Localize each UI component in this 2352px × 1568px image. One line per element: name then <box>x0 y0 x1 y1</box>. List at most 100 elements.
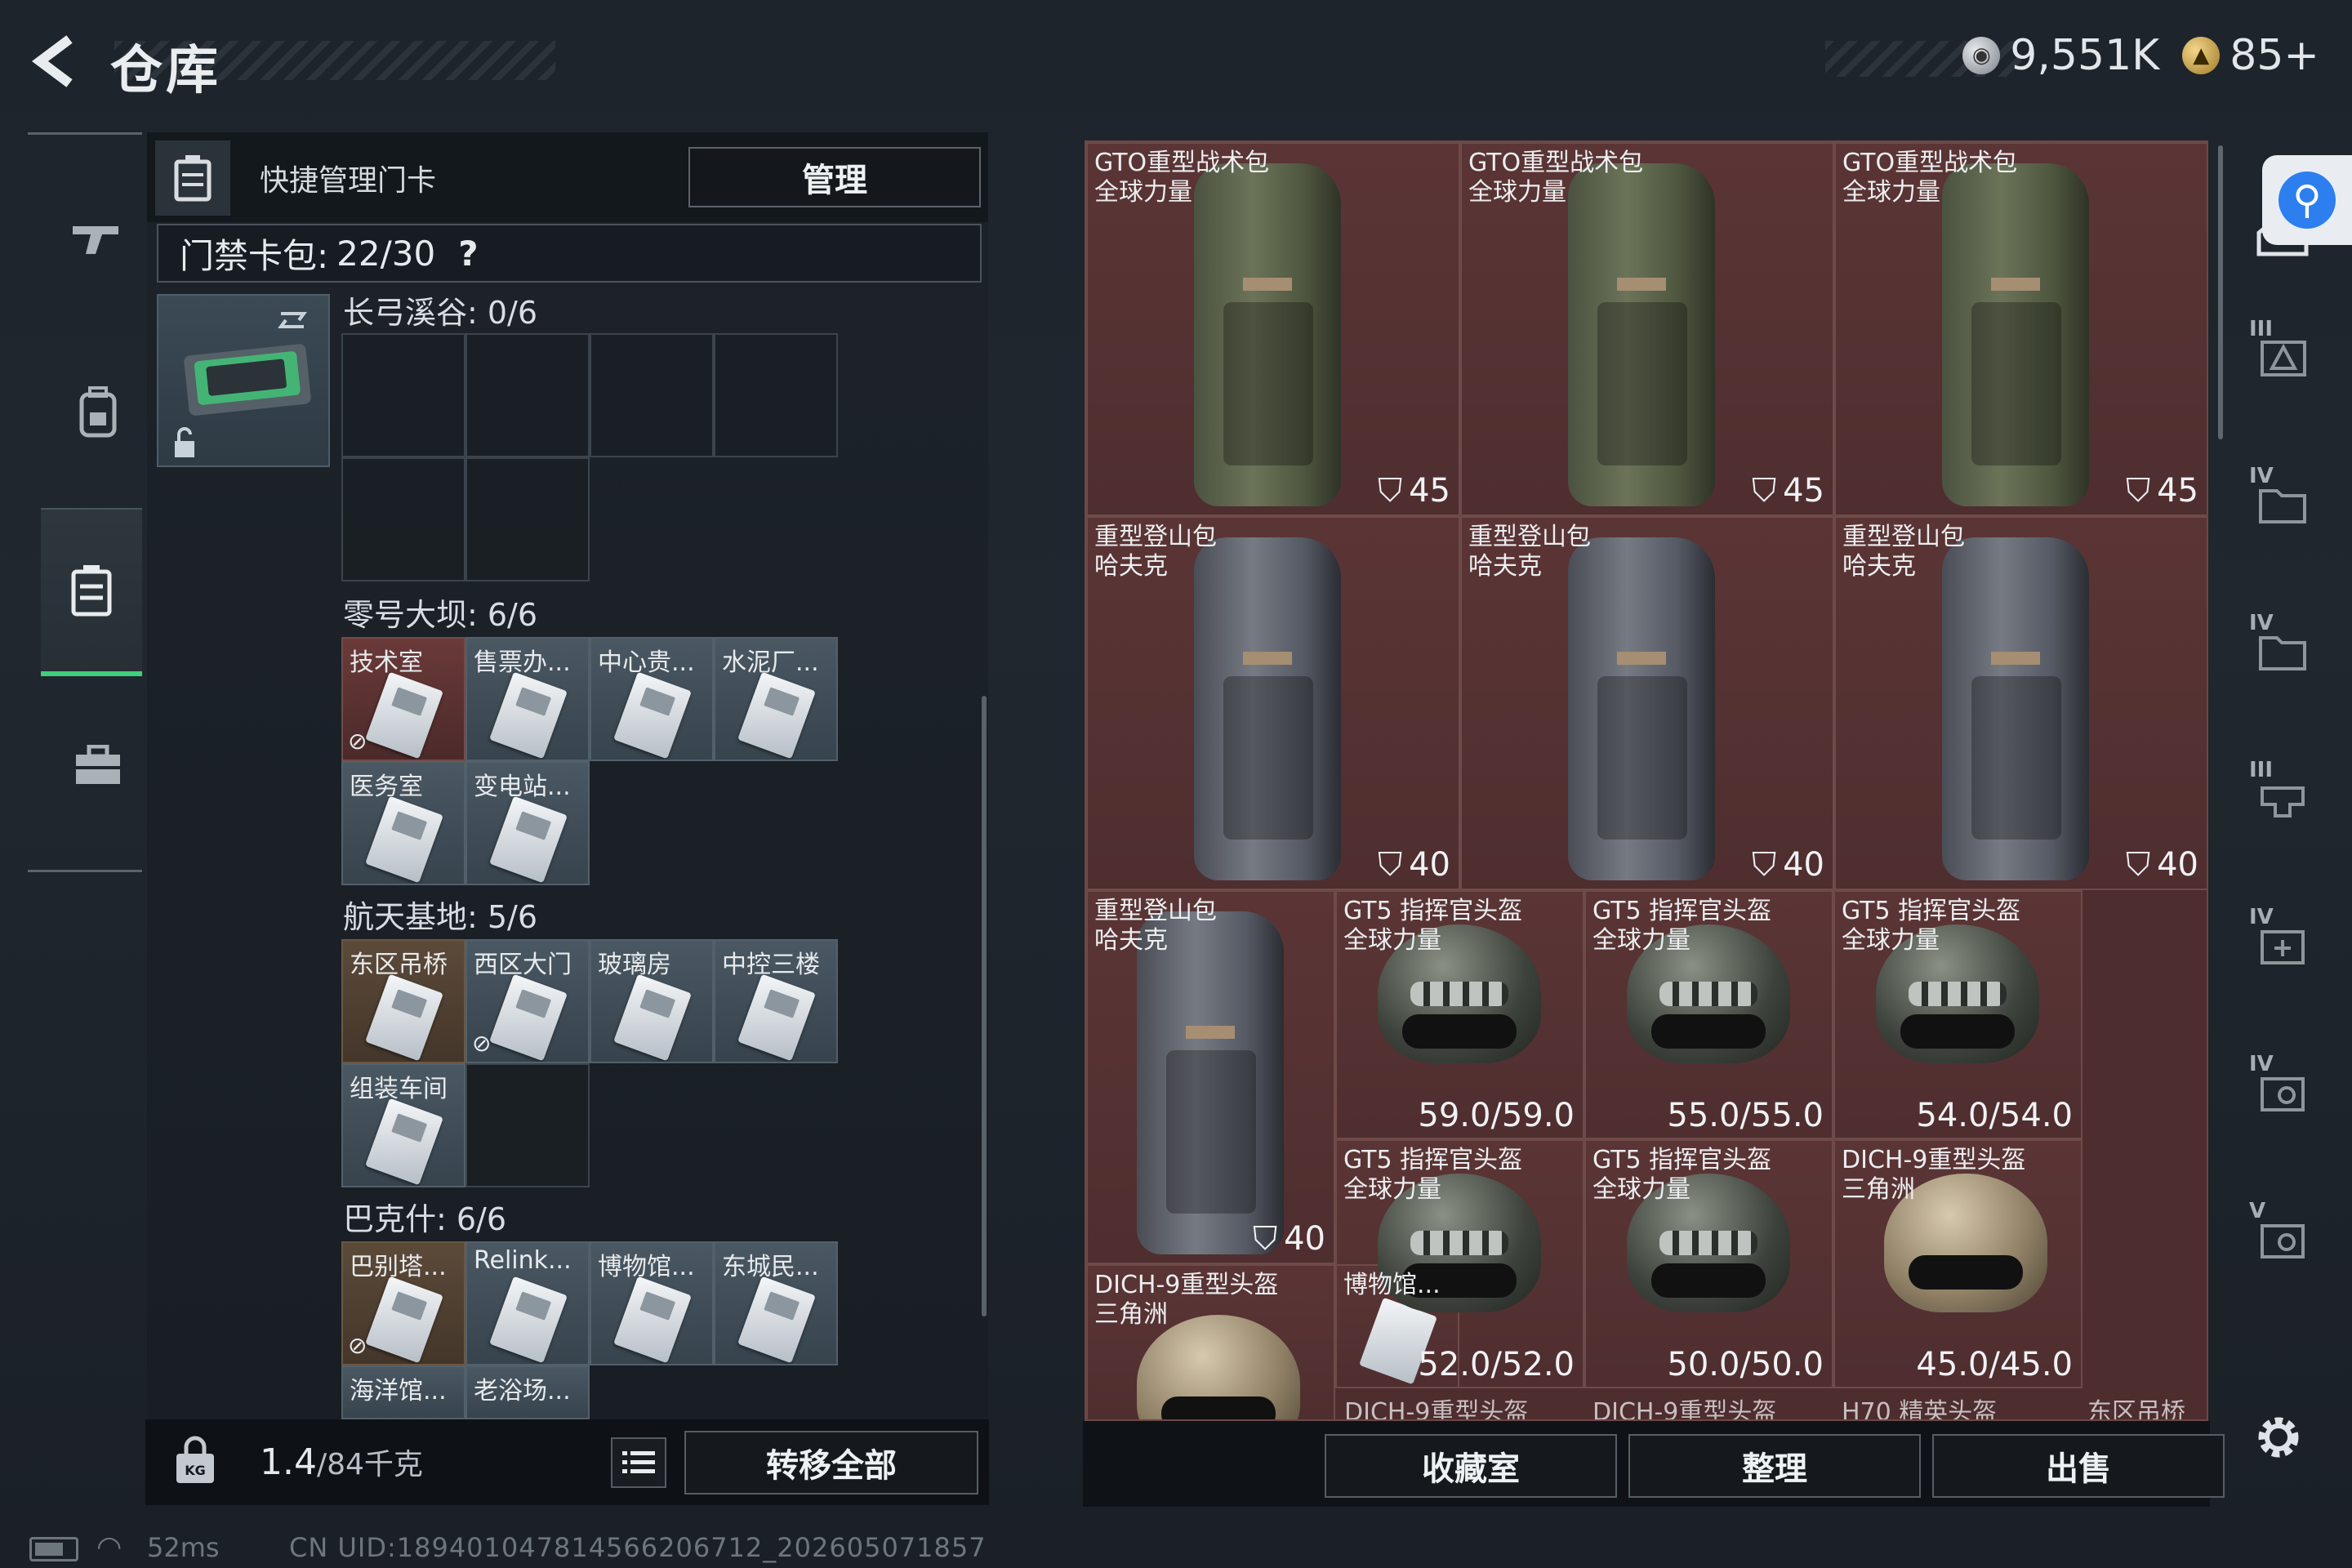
partial-item-name[interactable]: H70 精英头盔 <box>1842 1392 1997 1419</box>
filter-item[interactable]: III <box>2238 310 2328 400</box>
item-name: GTO重型战术包 全球力量 <box>1094 149 1270 207</box>
backpack-icon <box>79 386 117 438</box>
keycard-item[interactable]: 海洋馆... <box>341 1365 466 1419</box>
keycard-item[interactable]: 博物馆... <box>590 1241 714 1365</box>
list-view-button[interactable] <box>611 1437 666 1488</box>
stash-item[interactable]: GTO重型战术包 全球力量 ⛉ 45 <box>1086 142 1460 516</box>
item-name: 重型登山包 哈夫克 <box>1842 523 1965 581</box>
transfer-all-button[interactable]: 转移全部 <box>684 1431 978 1494</box>
backpack-icon <box>1194 537 1341 880</box>
settings-button[interactable] <box>2246 1405 2311 1470</box>
stash-item[interactable]: 重型登山包 哈夫克 ⛉ 40 <box>1086 516 1460 890</box>
stash-item[interactable]: 重型登山包 哈夫克 ⛉ 40 <box>1086 890 1335 1264</box>
top-bar: 仓库 ◉ 9,551K ▲ 85+ <box>0 0 2352 122</box>
item-name: GTO重型战术包 全球力量 <box>1842 149 2018 207</box>
partial-item-name[interactable]: DICH-9重型头盔 <box>1344 1392 1528 1419</box>
gear-icon <box>2258 1417 2299 1458</box>
silver-currency[interactable]: ◉ 9,551K <box>1962 31 2159 80</box>
keycard-item[interactable]: 东城民... <box>714 1241 838 1365</box>
empty-slot[interactable] <box>466 1063 590 1187</box>
keycard-scrollbar[interactable] <box>982 696 987 1316</box>
sell-button[interactable]: 出售 <box>1932 1434 2225 1498</box>
currency-bar: ◉ 9,551K ▲ 85+ <box>1962 31 2319 80</box>
stash-item[interactable]: 重型登山包 哈夫克 ⛉ 40 <box>1834 516 2207 890</box>
capacity-icon: ⛉ <box>1253 1220 1278 1258</box>
stash-scrollbar[interactable] <box>2218 145 2223 439</box>
nav-backpack[interactable] <box>41 354 155 469</box>
keycard-item[interactable]: 东区吊桥 <box>341 939 466 1063</box>
section-title-bakesh: 巴克什: 6/6 <box>343 1201 507 1237</box>
filter-item[interactable]: V <box>2238 1192 2328 1282</box>
keycard-item[interactable]: 中控三楼 <box>714 939 838 1063</box>
empty-slot[interactable] <box>341 333 466 457</box>
backpack-icon <box>1942 163 2089 506</box>
keycard-item[interactable]: 巴别塔... ⊘ <box>341 1241 466 1365</box>
stash-item[interactable]: GT5 指挥官头盔 全球力量 59.0/59.0 <box>1335 890 1584 1139</box>
gold-currency[interactable]: ▲ 85+ <box>2182 31 2319 80</box>
item-name: 重型登山包 哈夫克 <box>1094 523 1217 581</box>
filter-item[interactable]: IV <box>2238 898 2328 988</box>
keycard-item[interactable]: 玻璃房 <box>590 939 714 1063</box>
empty-slot[interactable] <box>714 333 838 457</box>
collection-room-button[interactable]: 收藏室 <box>1325 1434 1617 1498</box>
nav-weapons[interactable] <box>41 181 155 296</box>
sort-button[interactable]: 整理 <box>1628 1434 1921 1498</box>
briefcase-icon <box>76 745 120 784</box>
manage-button[interactable]: 管理 <box>688 147 981 207</box>
keycard-item[interactable]: 医务室 <box>341 761 466 885</box>
empty-slot[interactable] <box>590 333 714 457</box>
stash-item[interactable]: GT5 指挥官头盔 全球力量 50.0/50.0 <box>1584 1139 1833 1388</box>
nav-keycard-case[interactable] <box>41 508 142 676</box>
tier-label: IV <box>2249 464 2274 488</box>
accessibility-button[interactable]: ⚲ <box>2262 155 2352 245</box>
keycard-panel-label: 快捷管理门卡 <box>260 164 437 198</box>
tier-label: IV <box>2249 1052 2274 1076</box>
empty-slot[interactable] <box>341 457 466 581</box>
partial-item-name[interactable]: 东区吊桥 <box>2087 1392 2185 1419</box>
status-bar: ◠ 52ms CN UID:1894010478145662067​12_202… <box>0 1527 2352 1568</box>
empty-slot[interactable] <box>466 457 590 581</box>
keycard-name: 中心贵... <box>598 648 695 677</box>
filter-item[interactable]: III <box>2238 751 2328 841</box>
keycard-item[interactable]: Relink... <box>466 1241 590 1365</box>
wallet-label: 门禁卡包: <box>180 235 329 276</box>
partial-item-name[interactable]: DICH-9重型头盔 <box>1592 1392 1776 1419</box>
filter-item[interactable]: IV <box>2238 604 2328 694</box>
stash-item[interactable]: GTO重型战术包 全球力量 ⛉ 45 <box>1834 142 2207 516</box>
helmet-icon <box>1137 1315 1300 1419</box>
keycard-item[interactable]: 西区大门 ⊘ <box>466 939 590 1063</box>
keycard-name: 玻璃房 <box>598 951 671 979</box>
keycard-icon <box>613 1276 692 1364</box>
keycard-item[interactable]: 变电站... <box>466 761 590 885</box>
stash-item[interactable]: GT5 指挥官头盔 全球力量 55.0/55.0 <box>1584 890 1833 1139</box>
keycard-wallet-row: 门禁卡包: 22/30 ? <box>157 224 982 283</box>
empty-slot[interactable] <box>466 333 590 457</box>
help-icon[interactable]: ? <box>458 234 478 274</box>
nav-briefcase[interactable] <box>41 709 155 823</box>
keycard-item[interactable]: 售票办... <box>466 637 590 761</box>
keycard-item[interactable]: 组装车间 <box>341 1063 466 1187</box>
stash-item[interactable]: GTO重型战术包 全球力量 ⛉ 45 <box>1460 142 1834 516</box>
keycard-case-slot[interactable] <box>157 294 330 467</box>
capacity-value: 40 <box>1284 1220 1325 1258</box>
item-capacity: ⛉ 40 <box>1253 1220 1325 1258</box>
item-capacity: ⛉ 45 <box>1752 472 1824 510</box>
list-icon <box>622 1451 655 1473</box>
keycard-item[interactable]: 技术室 ⊘ <box>341 637 466 761</box>
keycard-panel-header: 快捷管理门卡 管理 <box>147 132 988 222</box>
wifi-icon: ◠ <box>96 1530 122 1564</box>
keycard-item[interactable]: 中心贵... <box>590 637 714 761</box>
keycard-item[interactable]: 老浴场... <box>466 1365 590 1419</box>
item-name: DICH-9重型头盔 三角洲 <box>1842 1146 2026 1204</box>
weight-max: /84千克 <box>316 1448 423 1481</box>
filter-item[interactable]: IV <box>2238 1045 2328 1135</box>
keycard-item[interactable]: 水泥厂... <box>714 637 838 761</box>
filter-column: III IV IV III IV IV V <box>2228 139 2352 1462</box>
stash-item[interactable]: 重型登山包 哈夫克 ⛉ 40 <box>1460 516 1834 890</box>
item-name: GT5 指挥官头盔 全球力量 <box>1343 897 1523 955</box>
back-button[interactable] <box>24 24 90 98</box>
filter-item[interactable]: IV <box>2238 457 2328 547</box>
stash-item[interactable]: GT5 指挥官头盔 全球力量 54.0/54.0 <box>1833 890 2082 1139</box>
stash-item[interactable]: DICH-9重型头盔 三角洲 45.0/45.0 <box>1833 1139 2082 1388</box>
durability-value: 59.0/59.0 <box>1418 1097 1575 1134</box>
